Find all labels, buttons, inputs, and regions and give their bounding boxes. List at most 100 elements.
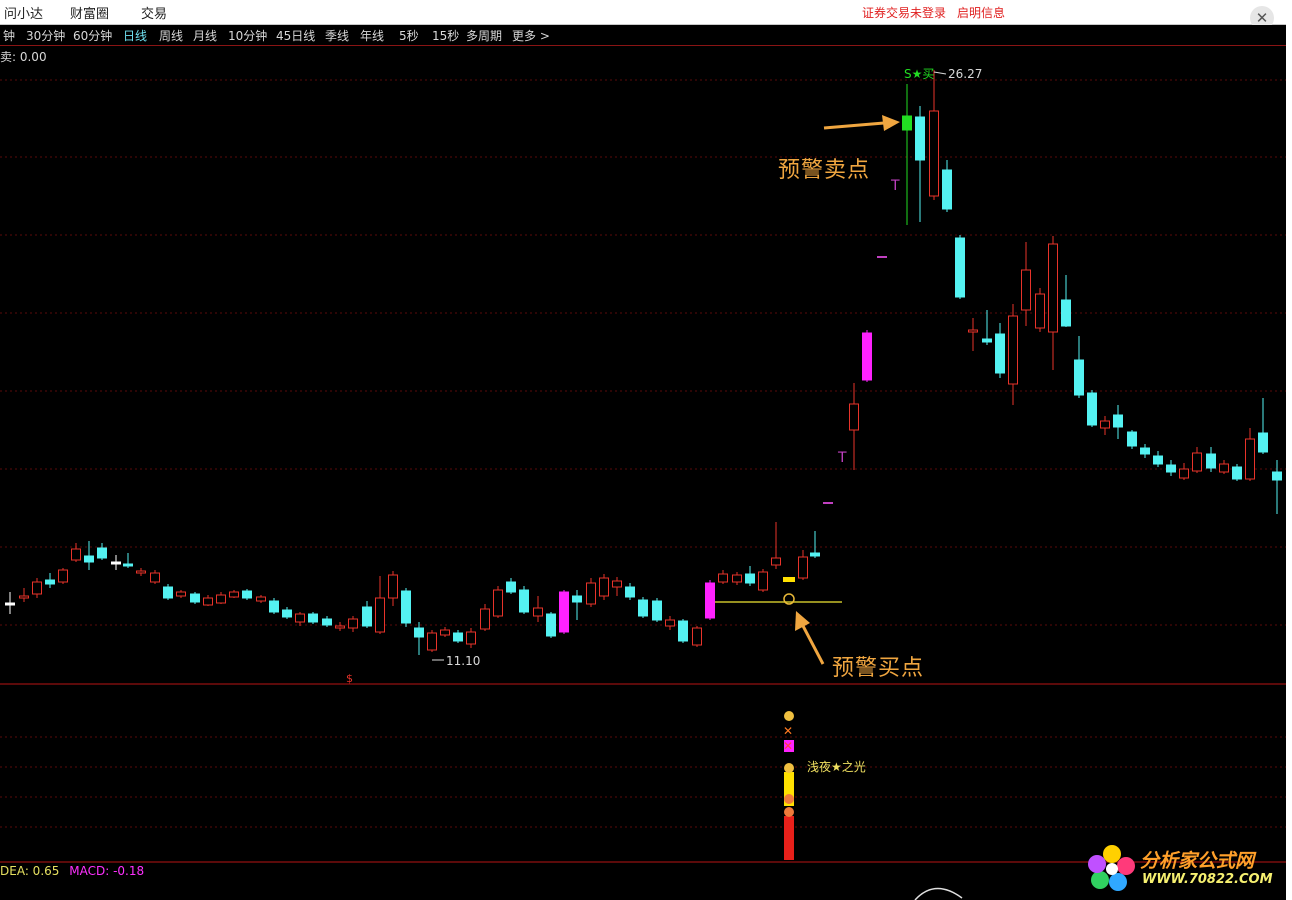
candle [638,597,648,618]
candle [1258,398,1268,454]
candle [111,555,121,570]
candle [559,590,569,634]
candle [269,598,279,614]
candle [1272,460,1282,514]
candle [348,616,358,632]
candle [19,588,29,602]
macd-curve [914,887,963,900]
candle [123,553,133,568]
candle [1232,464,1242,481]
candle [915,106,925,222]
candle [665,616,675,630]
candles [5,70,1282,655]
candle [599,574,609,600]
candle [5,592,15,614]
candle [1048,236,1058,370]
candle [45,573,55,588]
candle [678,619,688,643]
t-marker: T [837,450,847,466]
money-bag-icon [784,711,794,721]
candle [968,318,978,351]
candle [71,543,81,562]
candle [362,601,372,628]
candle [1153,451,1163,467]
candle [242,589,252,600]
candle [652,598,662,622]
candle [493,586,503,618]
candle [862,330,872,382]
candle [1245,428,1255,481]
candle [176,590,186,598]
candle [1008,304,1018,405]
macd-value: MACD: -0.18 [69,864,145,878]
money-bag-icon [784,763,794,773]
candle [414,622,424,655]
candle [453,630,463,643]
candle [375,576,385,634]
buy-marker-bar [783,577,795,582]
face-icon [784,807,794,817]
candle [586,578,596,607]
candle [1206,447,1216,472]
candle [1219,460,1229,474]
watermark-title: 分析家公式网 [1140,850,1255,872]
candle [97,543,107,560]
warn-buy-arrow-icon [795,611,825,665]
candle [1179,463,1189,480]
indicator-label: 浅夜★之光 [807,759,866,774]
candle [1021,242,1031,326]
candle [401,588,411,627]
candle [519,586,529,614]
flower-logo-icon [1088,845,1135,891]
candle [771,522,781,569]
candle [216,592,226,604]
candle [1074,336,1084,398]
candlestick-chart[interactable]: 11.10 $ 26.27 S★买 T T ✕ ✕ 浅夜★之光 [0,0,1292,900]
candle [995,323,1005,378]
cross-icon: ✕ [783,739,793,753]
candle [84,541,94,570]
candle [955,235,965,299]
candle [190,592,200,604]
macd-readout: DEA: 0.65 MACD: -0.18 [0,864,144,878]
candle [718,570,728,584]
candle [427,630,437,652]
candle [758,569,768,592]
candle [1127,430,1137,449]
candle [533,596,543,622]
candle [308,612,318,624]
dea-value: DEA: 0.65 [0,864,60,878]
warn-buy-annotation: 预警买点 [832,656,925,681]
chart-overlays: 11.10 $ 26.27 S★买 T T ✕ ✕ 浅夜★之光 [346,67,982,900]
candle [295,612,305,626]
candle [1035,288,1045,332]
candle [1113,405,1123,439]
candle [692,626,702,647]
candle [466,628,476,648]
candle [810,531,820,558]
candle [506,578,516,594]
candle [902,84,912,225]
candle [480,604,490,631]
face-icon [784,794,794,804]
stock-chart-window: 问小达 财富圈 交易 证券交易未登录 启明信息 ✕ 钟 30分钟 60分钟 日线… [0,0,1292,900]
sell-signal-label: S★买 [904,67,934,81]
candle [546,612,556,638]
candle [256,595,266,603]
candle [929,70,939,200]
candle [1061,275,1071,327]
candle [982,310,992,345]
candle [203,595,213,606]
watermark-url: WWW.70822.COM [1142,872,1273,887]
warn-sell-arrow-icon [823,115,900,131]
candle [1140,444,1150,458]
candle [322,616,332,627]
site-watermark: 分析家公式网 WWW.70822.COM [1086,842,1286,894]
warn-sell-annotation: 预警卖点 [778,158,871,183]
candle [849,383,859,470]
candle [1192,447,1202,473]
candle [1166,460,1176,476]
candle [440,627,450,637]
candle [572,590,582,620]
candle [388,571,398,606]
